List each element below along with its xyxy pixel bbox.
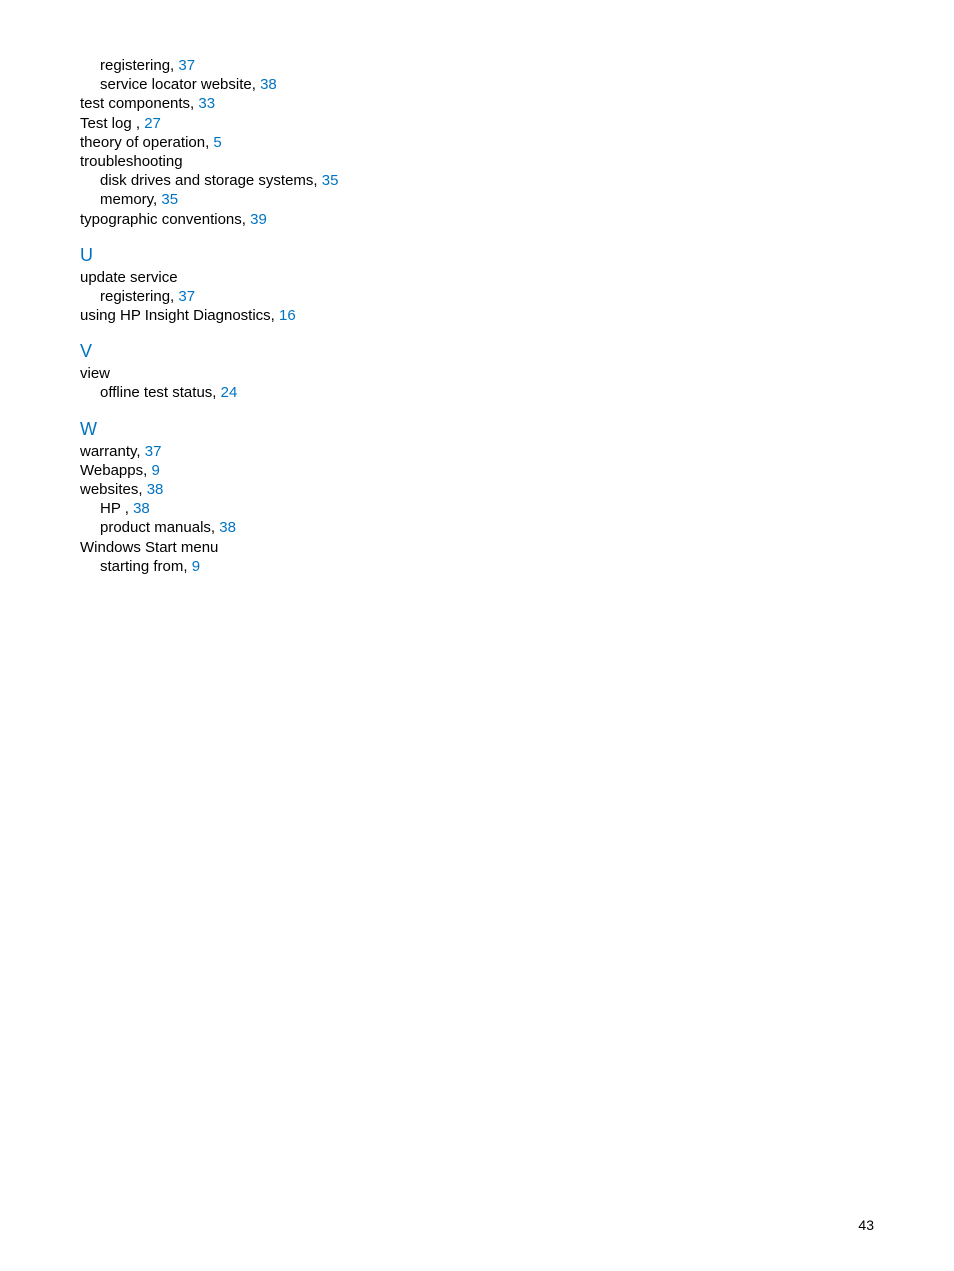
page-link[interactable]: 27 <box>144 115 161 132</box>
entry-text: theory of operation, <box>80 134 213 151</box>
entry-text: product manuals, <box>100 519 219 536</box>
page-link[interactable]: 39 <box>250 211 267 228</box>
index-entry: Windows Start menu <box>80 538 874 557</box>
page-link[interactable]: 37 <box>178 57 195 74</box>
entry-text: using HP Insight Diagnostics, <box>80 307 279 324</box>
entry-text: memory, <box>100 191 161 208</box>
entry-text: update service <box>80 269 178 286</box>
index-entry: typographic conventions, 39 <box>80 210 874 229</box>
entry-text: Webapps, <box>80 462 151 479</box>
page-number: 43 <box>858 1217 874 1233</box>
entry-text: test components, <box>80 95 198 112</box>
entry-text: registering, <box>100 288 178 305</box>
page-link[interactable]: 38 <box>260 76 277 93</box>
index-entry: Webapps, 9 <box>80 461 874 480</box>
page-link[interactable]: 9 <box>192 558 200 575</box>
entry-text: disk drives and storage systems, <box>100 172 322 189</box>
index-entry: Test log , 27 <box>80 114 874 133</box>
index-entry: theory of operation, 5 <box>80 133 874 152</box>
entry-text: Test log , <box>80 115 144 132</box>
page-link[interactable]: 9 <box>151 462 159 479</box>
index-entry: product manuals, 38 <box>80 518 874 537</box>
entry-text: troubleshooting <box>80 153 183 170</box>
index-entry: service locator website, 38 <box>80 75 874 94</box>
page-link[interactable]: 35 <box>322 172 339 189</box>
index-entry: registering, 37 <box>80 56 874 75</box>
index-entry: view <box>80 364 874 383</box>
index-entry: troubleshooting <box>80 152 874 171</box>
entry-text: Windows Start menu <box>80 539 218 556</box>
page-link[interactable]: 33 <box>198 95 215 112</box>
index-entry: update service <box>80 268 874 287</box>
page-link[interactable]: 35 <box>161 191 178 208</box>
index-entry: test components, 33 <box>80 94 874 113</box>
index-entry: warranty, 37 <box>80 442 874 461</box>
entry-text: HP , <box>100 500 133 517</box>
index-page: registering, 37 service locator website,… <box>0 0 954 576</box>
section-letter-v: V <box>80 341 874 362</box>
page-link[interactable]: 5 <box>213 134 221 151</box>
entry-text: registering, <box>100 57 178 74</box>
index-entry: websites, 38 <box>80 480 874 499</box>
page-link[interactable]: 24 <box>221 384 238 401</box>
section-letter-u: U <box>80 245 874 266</box>
entry-text: starting from, <box>100 558 192 575</box>
index-entry: using HP Insight Diagnostics, 16 <box>80 306 874 325</box>
page-link[interactable]: 37 <box>178 288 195 305</box>
index-entry: registering, 37 <box>80 287 874 306</box>
index-entry: disk drives and storage systems, 35 <box>80 171 874 190</box>
index-entry: HP , 38 <box>80 499 874 518</box>
index-entry: memory, 35 <box>80 190 874 209</box>
section-letter-w: W <box>80 419 874 440</box>
entry-text: service locator website, <box>100 76 260 93</box>
page-link[interactable]: 38 <box>219 519 236 536</box>
entry-text: typographic conventions, <box>80 211 250 228</box>
entry-text: view <box>80 365 110 382</box>
page-link[interactable]: 37 <box>145 443 162 460</box>
page-link[interactable]: 38 <box>147 481 164 498</box>
index-entry: offline test status, 24 <box>80 383 874 402</box>
page-link[interactable]: 16 <box>279 307 296 324</box>
entry-text: websites, <box>80 481 147 498</box>
index-entry: starting from, 9 <box>80 557 874 576</box>
entry-text: warranty, <box>80 443 145 460</box>
page-link[interactable]: 38 <box>133 500 150 517</box>
entry-text: offline test status, <box>100 384 221 401</box>
